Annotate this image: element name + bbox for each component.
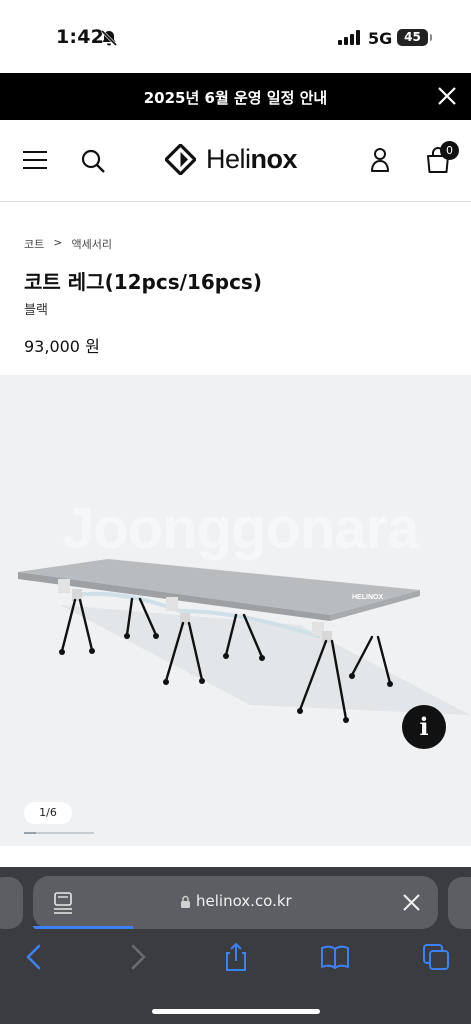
image-counter: 1/6	[24, 802, 72, 824]
status-time: 1:42	[56, 26, 105, 48]
battery-icon: 45	[397, 29, 432, 46]
helinox-diamond-icon	[165, 144, 196, 175]
page-menu-icon[interactable]	[53, 892, 73, 914]
logo-wordmark: Helinox	[206, 144, 298, 174]
search-icon[interactable]	[80, 148, 106, 174]
info-button[interactable]: i	[402, 705, 446, 749]
hamburger-menu-icon[interactable]	[23, 150, 47, 170]
forward-icon[interactable]	[122, 942, 152, 972]
watermark-text: Joonggonara	[62, 496, 419, 561]
cellular-signal-icon	[338, 30, 360, 45]
lock-icon	[181, 895, 190, 908]
previous-tab-preview[interactable]	[0, 877, 23, 929]
product-color: 블랙	[24, 303, 48, 318]
tabs-overview-icon[interactable]	[421, 942, 451, 972]
gallery-progress-fill	[24, 832, 36, 834]
breadcrumb-item-accessories[interactable]: 액세서리	[71, 236, 111, 252]
breadcrumb: 코트 > 액세서리	[24, 236, 112, 252]
site-header: Helinox 0	[0, 120, 471, 202]
cart-count-badge: 0	[440, 141, 459, 160]
page-load-progress	[33, 926, 133, 929]
announcement-bar[interactable]: 2025년 6월 운영 일정 안내	[0, 73, 471, 120]
share-icon[interactable]	[221, 942, 251, 972]
svg-text:HELINOX: HELINOX	[352, 594, 383, 601]
product-image-gallery[interactable]: HELINOX Joonggonara i 1/6	[0, 375, 471, 846]
product-image-cot: HELINOX	[18, 559, 470, 723]
status-bar: 1:42 5G 45	[0, 0, 471, 73]
close-icon[interactable]	[437, 86, 457, 106]
next-tab-preview[interactable]	[448, 877, 471, 929]
announcement-text[interactable]: 2025년 6월 운영 일정 안내	[0, 87, 471, 108]
product-title: 코트 레그(12pcs/16pcs)	[24, 270, 262, 294]
breadcrumb-separator: >	[53, 236, 63, 249]
address-bar[interactable]: helinox.co.kr	[33, 876, 438, 929]
info-icon: i	[419, 712, 429, 741]
helinox-logo[interactable]: Helinox	[165, 144, 298, 175]
stop-loading-icon[interactable]	[402, 893, 421, 912]
user-account-icon[interactable]	[369, 147, 391, 173]
breadcrumb-item-cot[interactable]: 코트	[24, 236, 44, 252]
product-price: 93,000 원	[24, 337, 100, 356]
network-type: 5G	[368, 29, 393, 48]
bell-muted-icon	[100, 29, 118, 47]
gallery-progress-bar	[24, 832, 94, 834]
url-text[interactable]: helinox.co.kr	[196, 892, 292, 910]
bookmarks-icon[interactable]	[320, 942, 350, 972]
home-indicator[interactable]	[152, 1009, 320, 1014]
browser-bottom-bar: helinox.co.kr	[0, 867, 471, 1024]
back-icon[interactable]	[20, 942, 50, 972]
